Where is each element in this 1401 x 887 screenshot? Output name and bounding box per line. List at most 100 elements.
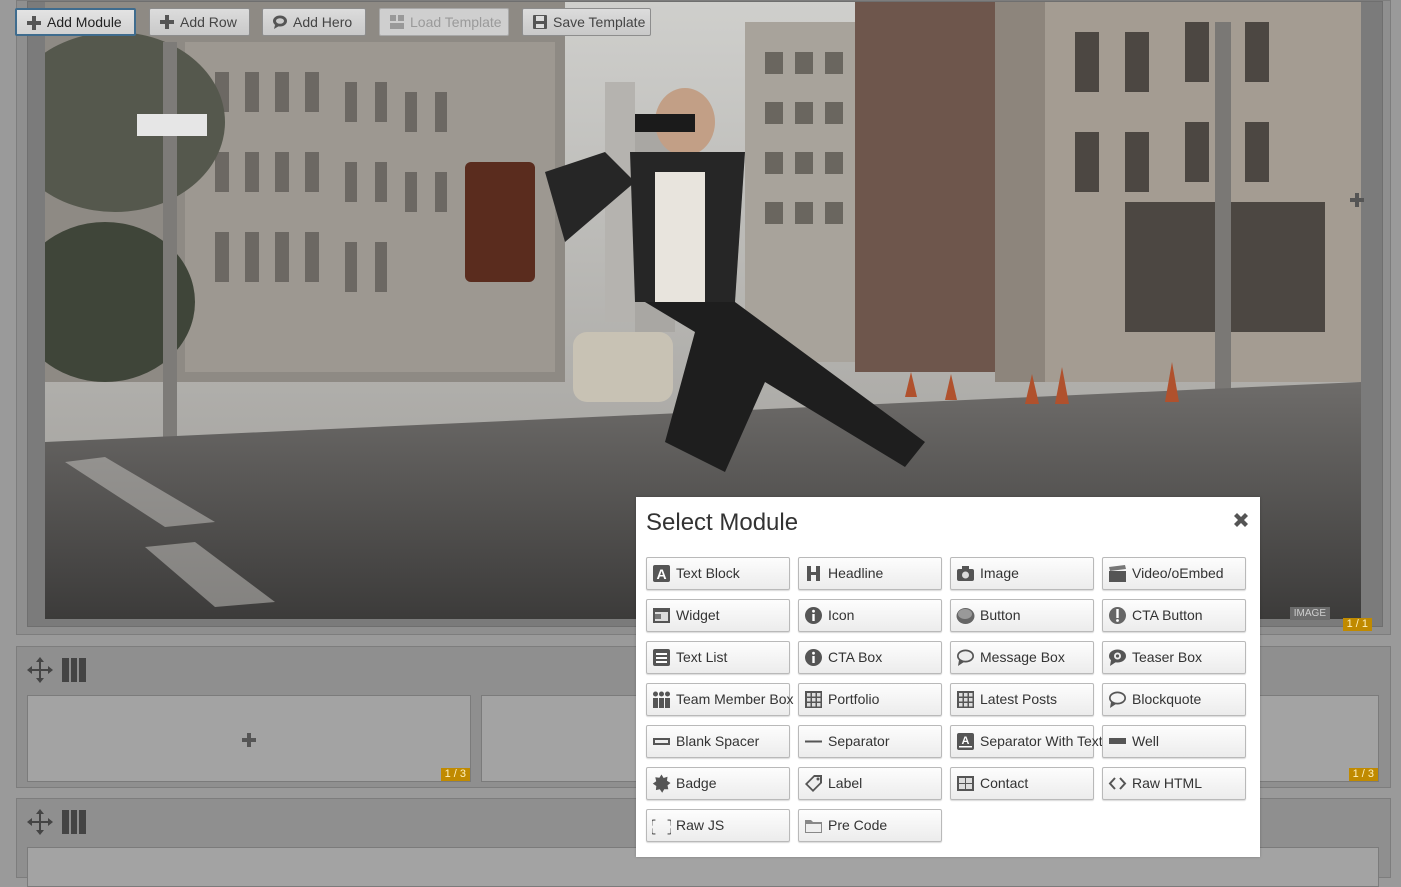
move-arrows-icon[interactable] [27,809,53,835]
floppy-disk-icon [533,15,547,29]
curly-braces-icon: { } [652,818,671,835]
add-module-plus-icon[interactable] [241,732,257,748]
module-label: Contact [980,775,1029,791]
module-label: Headline [828,565,884,581]
folder-icon [805,820,822,833]
info-icon [805,607,822,624]
module-label: Message Box [980,649,1065,665]
camera-icon [957,566,974,581]
speech-bubble-icon [957,649,974,666]
well-icon [1109,738,1126,744]
close-icon[interactable] [1232,511,1250,529]
speech-bubble-eye-icon [1109,649,1126,666]
image-type-tag: IMAGE [1289,607,1330,620]
add-module-label: Add Module [47,14,122,30]
module-cta-box-button[interactable]: CTA Box [798,641,942,674]
add-hero-button[interactable]: Add Hero [262,8,366,36]
module-teaser-box-button[interactable]: Teaser Box [1102,641,1246,674]
module-label: Latest Posts [980,691,1058,707]
module-contact-button[interactable]: Contact [950,767,1094,800]
module-image-button[interactable]: Image [950,557,1094,590]
add-row-button[interactable]: Add Row [149,8,250,36]
spacer-icon [653,738,670,745]
module-raw-html-button[interactable]: Raw HTML [1102,767,1246,800]
module-label: Well [1132,733,1159,749]
widget-icon [653,608,670,623]
module-icon-button[interactable]: Icon [798,599,942,632]
module-label: Label [828,775,863,791]
plus-icon [27,16,41,30]
module-video-oembed-button[interactable]: Video/oEmbed [1102,557,1246,590]
module-button-button[interactable]: Button [950,599,1094,632]
module-team-member-box-button[interactable]: Team Member Box [646,683,794,716]
module-text-block-button[interactable]: A Text Block [646,557,790,590]
columns-layout-icon[interactable] [61,809,87,835]
columns-layout-icon[interactable] [61,657,87,683]
module-label: Blockquote [1132,691,1202,707]
module-pre-code-button[interactable]: Pre Code [798,809,942,842]
module-widget-button[interactable]: Widget [646,599,790,632]
module-label: Video/oEmbed [1132,565,1224,581]
module-label: Image [980,565,1019,581]
module-label: Separator [828,733,890,749]
module-label: CTA Box [828,649,883,665]
module-message-box-button[interactable]: Message Box [950,641,1094,674]
grid-icon [957,691,974,708]
dialog-title: Select Module [646,509,799,536]
list-icon [653,649,670,666]
load-template-label: Load Template [410,14,502,30]
button-icon [956,608,975,624]
save-template-button[interactable]: Save Template [522,8,651,36]
load-template-button[interactable]: Load Template [379,8,509,36]
add-module-button[interactable]: Add Module [15,8,136,36]
module-label: CTA Button [1132,607,1203,623]
svg-text:{ }: { } [652,818,671,835]
info-icon [805,649,822,666]
template-grid-icon [390,15,404,29]
module-label: Team Member Box [676,691,794,707]
row-column[interactable]: 1 / 3 [27,695,471,782]
separator-text-icon: A [957,733,974,750]
add-row-label: Add Row [180,14,237,30]
module-headline-button[interactable]: Headline [798,557,942,590]
module-label: Raw HTML [1132,775,1203,791]
module-separator-button[interactable]: Separator [798,725,942,758]
clapperboard-icon [1109,565,1126,582]
module-label: Button [980,607,1021,623]
module-raw-js-button[interactable]: { } Raw JS [646,809,790,842]
module-label: Text List [676,649,728,665]
team-icon [653,691,670,708]
module-label: Pre Code [828,817,888,833]
module-well-button[interactable]: Well [1102,725,1246,758]
module-label: Teaser Box [1132,649,1203,665]
module-separator-with-text-button[interactable]: A Separator With Text [950,725,1103,758]
hero-width-badge[interactable]: 1 / 1 [1342,618,1372,631]
table-icon [957,776,974,791]
move-arrows-icon[interactable] [27,657,53,683]
column-width-badge[interactable]: 1 / 3 [1348,768,1378,781]
add-column-plus-icon[interactable] [1349,192,1365,208]
module-latest-posts-button[interactable]: Latest Posts [950,683,1094,716]
module-label: Text Block [676,565,740,581]
svg-text:A: A [962,735,970,747]
module-text-list-button[interactable]: Text List [646,641,790,674]
module-blank-spacer-button[interactable]: Blank Spacer [646,725,790,758]
module-portfolio-button[interactable]: Portfolio [798,683,942,716]
save-template-label: Save Template [553,14,646,30]
module-blockquote-button[interactable]: Blockquote [1102,683,1246,716]
module-label: Blank Spacer [676,733,760,749]
module-label-button[interactable]: Label [798,767,942,800]
column-width-badge[interactable]: 1 / 3 [440,768,470,781]
plus-icon [160,15,174,29]
badge-icon [652,774,671,793]
speech-bubble-icon [273,15,287,29]
grid-icon [805,691,822,708]
add-hero-label: Add Hero [293,14,353,30]
headline-icon [807,566,820,581]
tag-icon [805,775,822,792]
module-badge-button[interactable]: Badge [646,767,790,800]
module-label: Icon [828,607,855,623]
svg-text:A: A [656,566,666,582]
separator-icon [805,740,822,743]
module-cta-button-button[interactable]: CTA Button [1102,599,1246,632]
